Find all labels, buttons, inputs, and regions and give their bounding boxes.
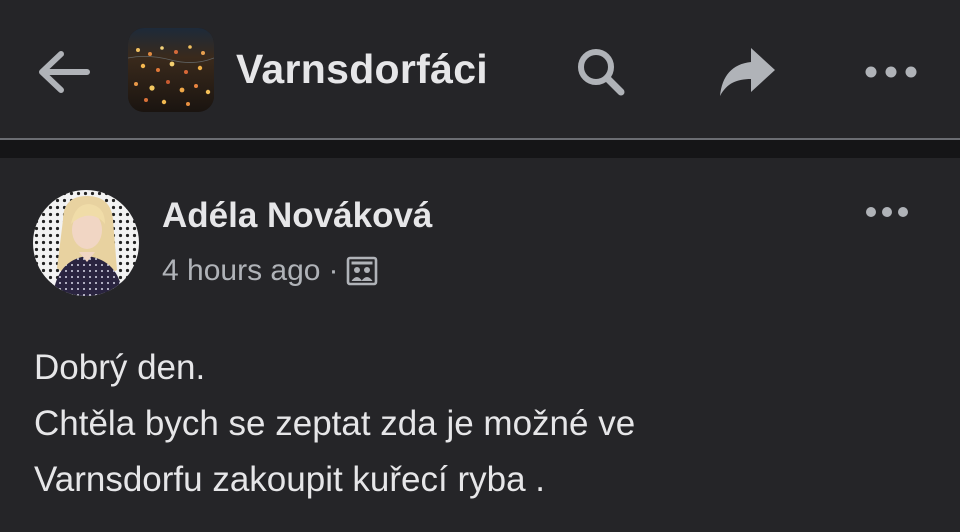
- post-body-line: Dobrý den.: [34, 348, 206, 387]
- group-audience-icon: [347, 256, 378, 286]
- search-button[interactable]: [566, 40, 636, 104]
- post-body-line: Chtěla bych se zeptat zda je možné ve: [34, 404, 636, 443]
- author-name[interactable]: Adéla Nováková: [162, 196, 432, 236]
- post-meta: 4 hours ago ·: [162, 254, 378, 288]
- post-body: Dobrý den. Chtěla bych se zeptat zda je …: [34, 340, 934, 508]
- more-horizontal-icon: [866, 207, 908, 217]
- share-icon: [720, 48, 775, 96]
- city-night-image: [128, 28, 214, 112]
- top-bar: Varnsdorfáci: [0, 0, 960, 138]
- feed-separator: [0, 140, 960, 158]
- search-icon: [578, 49, 625, 96]
- group-title[interactable]: Varnsdorfáci: [236, 46, 488, 93]
- share-button[interactable]: [712, 40, 782, 104]
- arrow-left-icon: [39, 51, 90, 93]
- group-cover-thumbnail[interactable]: [128, 28, 214, 112]
- back-button[interactable]: [30, 42, 96, 102]
- more-horizontal-icon: [865, 66, 917, 78]
- post-more-button[interactable]: [852, 194, 922, 230]
- post-timestamp[interactable]: 4 hours ago: [162, 254, 320, 288]
- post-card: Adéla Nováková 4 hours ago · Dobrý den. …: [0, 158, 960, 532]
- meta-separator: ·: [328, 254, 339, 287]
- more-options-button[interactable]: [856, 40, 926, 104]
- profile-photo: [33, 190, 139, 296]
- post-body-line: Varnsdorfu zakoupit kuřecí ryba .: [34, 460, 545, 499]
- author-avatar[interactable]: [33, 190, 139, 296]
